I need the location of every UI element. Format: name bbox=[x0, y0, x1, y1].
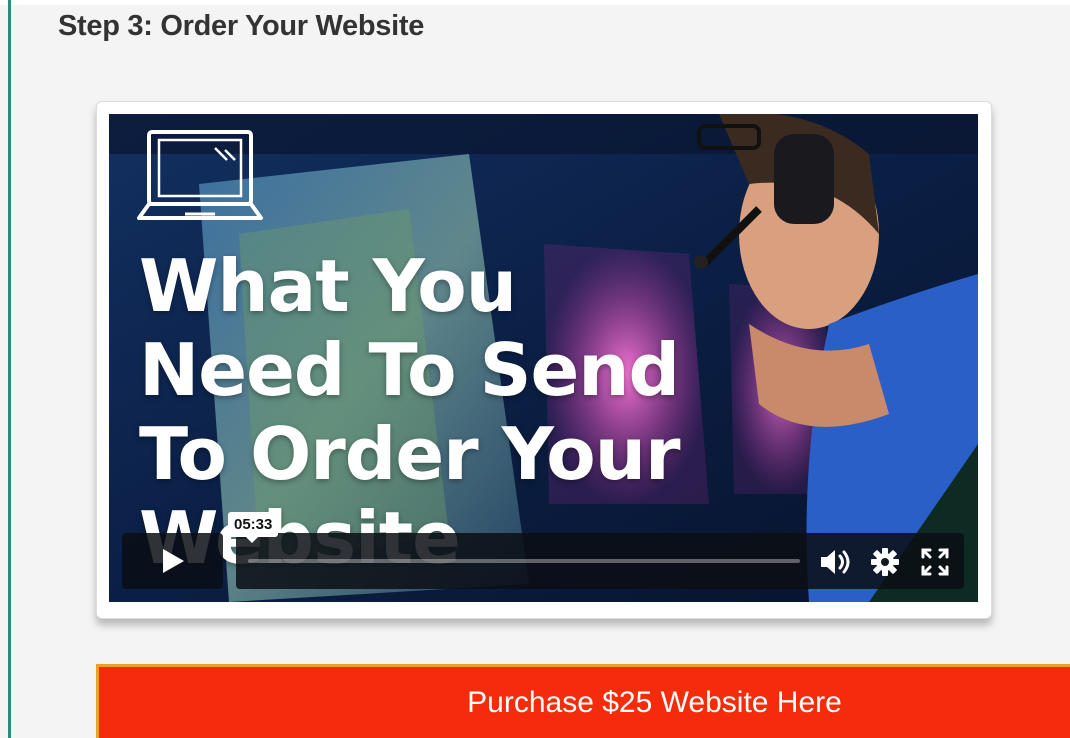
section-accent-rule bbox=[8, 0, 11, 738]
fullscreen-icon[interactable] bbox=[920, 547, 950, 577]
play-icon bbox=[162, 549, 184, 573]
step-heading: Step 3: Order Your Website bbox=[58, 10, 425, 42]
purchase-website-button[interactable]: Purchase $25 Website Here bbox=[99, 667, 1070, 738]
time-tooltip: 05:33 bbox=[228, 512, 279, 543]
laptop-icon bbox=[137, 130, 263, 220]
video-title: What You Need To Send To Order Your Webs… bbox=[139, 244, 680, 580]
video-title-line: What You bbox=[139, 244, 517, 328]
video-player[interactable]: What You Need To Send To Order Your Webs… bbox=[109, 114, 978, 602]
video-title-line: Need To Send bbox=[139, 328, 680, 412]
video-title-line: To Order Your bbox=[139, 412, 680, 496]
progress-bar[interactable] bbox=[248, 559, 800, 563]
gear-icon[interactable] bbox=[870, 547, 900, 577]
video-control-bar bbox=[236, 533, 964, 589]
page-top-border bbox=[0, 0, 1070, 5]
play-button[interactable] bbox=[122, 533, 223, 589]
volume-icon[interactable] bbox=[819, 547, 853, 577]
